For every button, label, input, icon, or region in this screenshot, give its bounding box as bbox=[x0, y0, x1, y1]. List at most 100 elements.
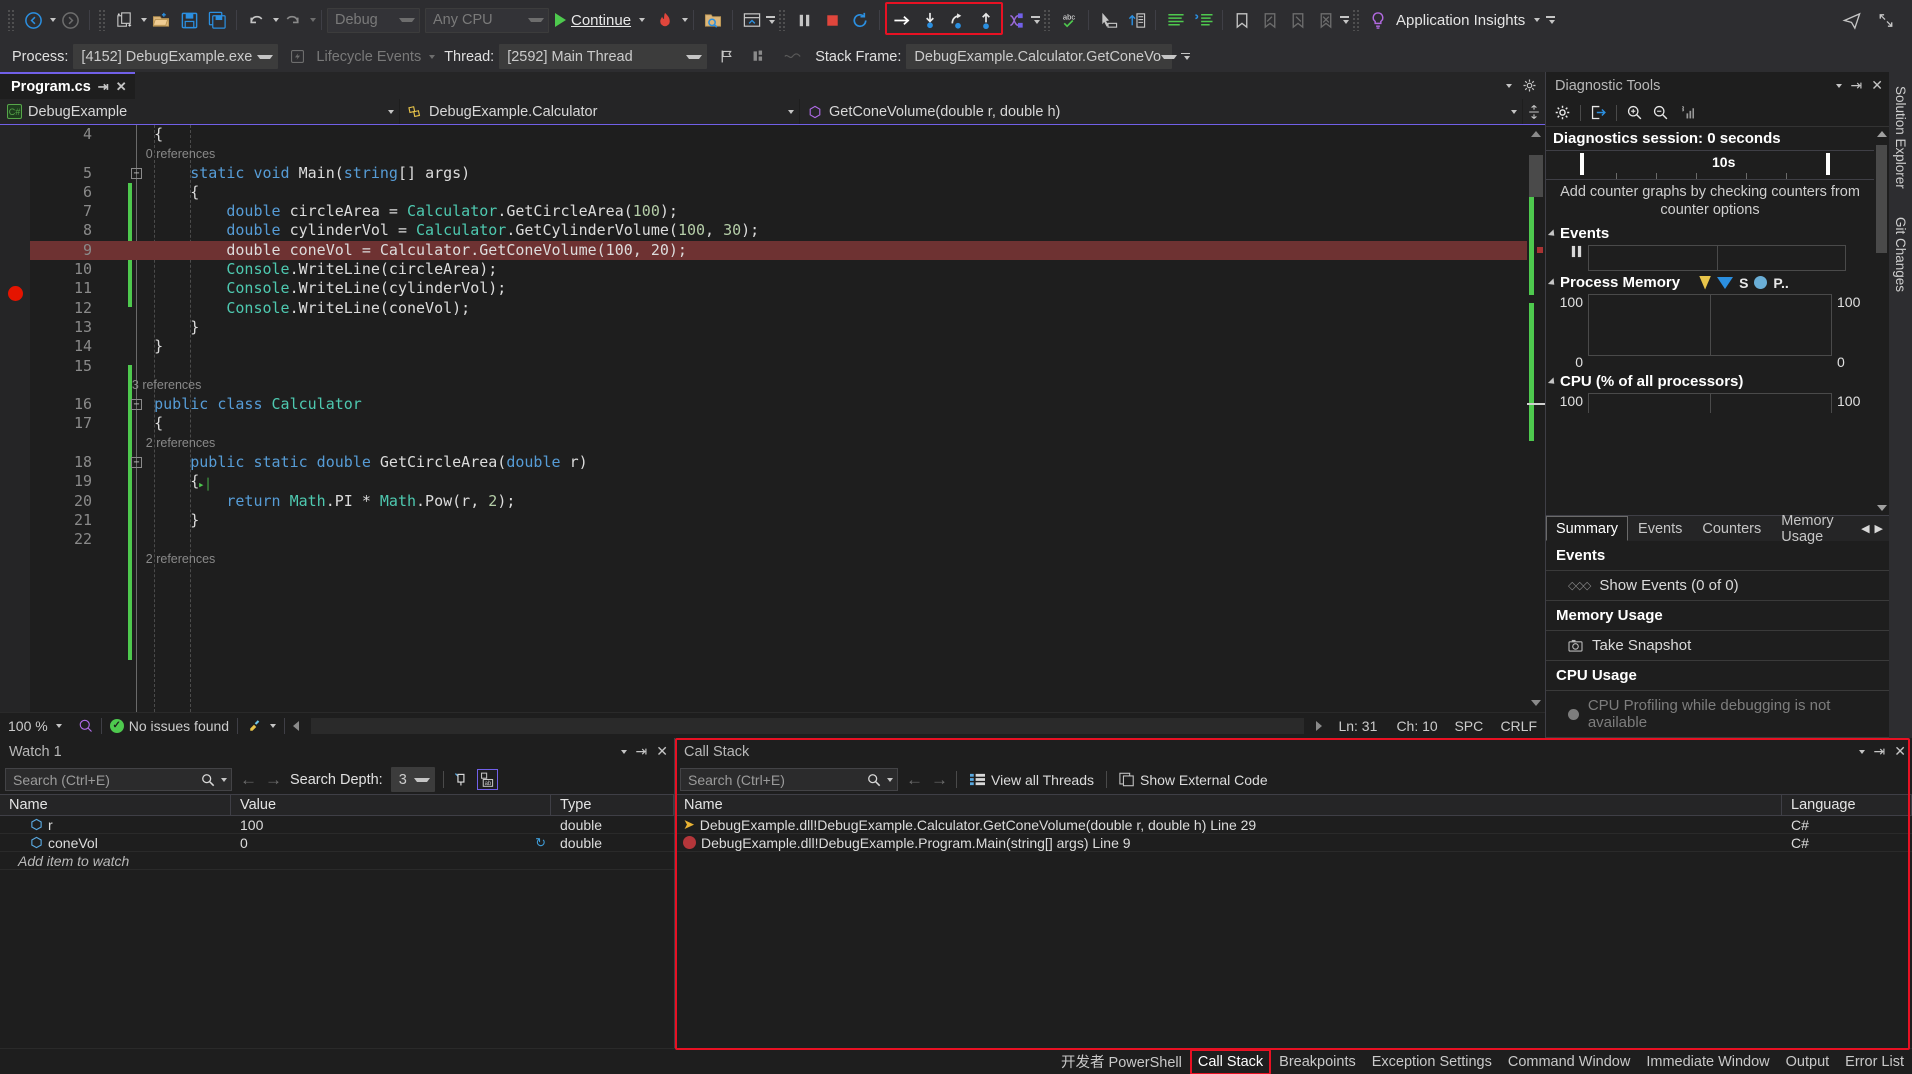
search-next-icon[interactable]: → bbox=[265, 770, 282, 790]
close-icon[interactable]: ✕ bbox=[656, 743, 668, 760]
watch-rows[interactable]: r 100 double coneVol 0 ↻ double Add item to wat… bbox=[0, 816, 674, 1048]
code-line[interactable]: 13 } bbox=[30, 318, 1527, 337]
threads-dropdown-icon[interactable] bbox=[1031, 16, 1041, 24]
cpu-section-header[interactable]: CPU (% of all processors) bbox=[1546, 370, 1874, 393]
show-external-code-button[interactable]: Show External Code bbox=[1115, 769, 1272, 791]
send-feedback-icon[interactable] bbox=[1838, 6, 1866, 34]
search-options-dropdown-icon[interactable] bbox=[221, 777, 227, 782]
code-line[interactable]: 0 references bbox=[30, 144, 1527, 163]
lightbulb-icon[interactable] bbox=[1364, 6, 1392, 34]
scroll-up-arrow-icon[interactable] bbox=[1877, 131, 1887, 137]
hot-reload-icon[interactable] bbox=[651, 6, 679, 34]
fold-toggle-icon[interactable]: − bbox=[131, 399, 142, 411]
code-line[interactable]: 9 double coneVol = Calculator.GetConeVol… bbox=[30, 240, 1527, 261]
watch-column-value[interactable]: Value bbox=[231, 795, 551, 815]
lifecycle-events-icon[interactable] bbox=[283, 43, 311, 71]
breakpoint-gutter[interactable] bbox=[0, 125, 30, 712]
flag-group-icon[interactable] bbox=[745, 43, 773, 71]
search-previous-icon[interactable]: ← bbox=[906, 770, 923, 790]
horizontal-scroll-left-icon[interactable] bbox=[285, 713, 307, 738]
table-row[interactable]: DebugExample.dll!DebugExample.Program.Ma… bbox=[675, 834, 1912, 852]
navbar-member-combo[interactable]: GetConeVolume(double r, double h) bbox=[800, 99, 1523, 124]
scroll-down-arrow-icon[interactable] bbox=[1877, 505, 1887, 511]
scrollbar-thumb[interactable] bbox=[1876, 145, 1887, 253]
fold-toggle-icon[interactable]: − bbox=[131, 167, 142, 179]
solution-platform-combo[interactable]: Any CPU bbox=[425, 7, 549, 33]
save-all-icon[interactable] bbox=[203, 6, 231, 34]
restart-icon[interactable] bbox=[846, 6, 874, 34]
pin-icon[interactable]: ⇥ bbox=[1851, 77, 1863, 94]
zoom-in-icon[interactable] bbox=[1626, 104, 1643, 121]
call-stack-search-input[interactable]: Search (Ctrl+E) bbox=[680, 768, 898, 791]
compare-icon[interactable] bbox=[1122, 6, 1150, 34]
code-line[interactable]: 17 { bbox=[30, 414, 1527, 433]
overflow-dropdown-icon[interactable] bbox=[1546, 16, 1556, 24]
eol-indicator[interactable]: CRLF bbox=[1492, 713, 1545, 738]
window-layout-dropdown-icon[interactable] bbox=[766, 16, 776, 24]
search-previous-icon[interactable]: ← bbox=[240, 770, 257, 790]
refresh-icon[interactable]: ↻ bbox=[535, 835, 551, 851]
code-line[interactable]: 12 Console.WriteLine(coneVol); bbox=[30, 299, 1527, 318]
bookmark-dropdown-icon[interactable] bbox=[1340, 16, 1350, 24]
zoom-out-icon[interactable] bbox=[1652, 104, 1669, 121]
close-icon[interactable]: ✕ bbox=[116, 79, 127, 95]
threads-icon[interactable] bbox=[1003, 6, 1031, 34]
application-insights-button[interactable]: Application Insights bbox=[1392, 6, 1544, 34]
toolbar-grip-5[interactable] bbox=[1352, 9, 1362, 31]
toolbar-grip-3[interactable] bbox=[778, 9, 788, 31]
diagnostics-tab-events[interactable]: Events bbox=[1628, 516, 1692, 541]
folder-search-icon[interactable] bbox=[699, 6, 727, 34]
bottom-tab-开发者-powershell[interactable]: 开发者 PowerShell bbox=[1053, 1049, 1190, 1074]
navigate-forward-icon[interactable] bbox=[56, 6, 84, 34]
undo-icon[interactable] bbox=[242, 6, 270, 34]
lifecycle-events-dropdown-icon[interactable] bbox=[429, 54, 436, 59]
diagnostics-tab-summary[interactable]: Summary bbox=[1546, 516, 1629, 541]
select-icon[interactable] bbox=[1094, 6, 1122, 34]
spaces-indicator[interactable]: SPC bbox=[1446, 713, 1492, 738]
editor-vertical-scrollbar[interactable] bbox=[1527, 125, 1545, 712]
code-text[interactable]: 4 { 0 references 5 static void Main(strin… bbox=[30, 125, 1527, 712]
code-line[interactable]: 2 references bbox=[30, 434, 1527, 453]
code-line[interactable]: 4 { bbox=[30, 125, 1527, 144]
continue-button[interactable]: Continue bbox=[549, 6, 651, 34]
search-next-icon[interactable]: → bbox=[931, 770, 948, 790]
rail-git-changes[interactable]: Git Changes bbox=[1891, 209, 1910, 300]
code-line[interactable]: 8 double cylinderVol = Calculator.GetCyl… bbox=[30, 221, 1527, 240]
watch-value[interactable]: 0 bbox=[240, 835, 248, 851]
step-into-specific-icon[interactable] bbox=[888, 6, 916, 34]
diagnostics-tab-memory-usage[interactable]: Memory Usage bbox=[1771, 513, 1855, 545]
show-events-row[interactable]: ◇◇◇ Show Events (0 of 0) bbox=[1546, 571, 1889, 601]
stop-debugging-icon[interactable] bbox=[818, 6, 846, 34]
code-cleanup-button[interactable] bbox=[238, 713, 284, 738]
step-over-icon[interactable] bbox=[944, 6, 972, 34]
spell-check-icon[interactable]: abc bbox=[1055, 6, 1083, 34]
step-into-icon[interactable] bbox=[916, 6, 944, 34]
diagnostics-scrollbar[interactable] bbox=[1874, 127, 1889, 515]
toolbar-grip[interactable] bbox=[7, 9, 16, 31]
code-line[interactable]: 22 bbox=[30, 530, 1527, 549]
scrollbar-thumb[interactable] bbox=[1529, 155, 1543, 197]
code-line[interactable]: 11 Console.WriteLine(cylinderVol); bbox=[30, 279, 1527, 298]
bottom-tab-error-list[interactable]: Error List bbox=[1837, 1049, 1912, 1074]
redo-icon[interactable] bbox=[279, 6, 307, 34]
code-line[interactable]: 6 { bbox=[30, 183, 1527, 202]
comment-icon[interactable] bbox=[1161, 6, 1189, 34]
bottom-tab-output[interactable]: Output bbox=[1778, 1049, 1838, 1074]
call-stack-column-language[interactable]: Language bbox=[1782, 795, 1912, 815]
scroll-down-arrow-icon[interactable] bbox=[1531, 700, 1541, 706]
window-dropdown-icon[interactable] bbox=[1858, 749, 1865, 754]
uncomment-icon[interactable] bbox=[1189, 6, 1217, 34]
horizontal-scroll-right-icon[interactable] bbox=[1308, 713, 1330, 738]
break-all-icon[interactable] bbox=[790, 6, 818, 34]
zoom-control[interactable]: 100 % bbox=[0, 713, 70, 738]
navbar-project-combo[interactable]: C# DebugExample bbox=[0, 99, 400, 124]
rail-solution-explorer[interactable]: Solution Explorer bbox=[1891, 78, 1910, 197]
flag-icon[interactable] bbox=[712, 43, 740, 71]
process-combo[interactable]: [4152] DebugExample.exe bbox=[73, 44, 279, 69]
code-line[interactable]: 7 double circleArea = Calculator.GetCirc… bbox=[30, 202, 1527, 221]
breakpoint-indicator[interactable] bbox=[8, 286, 23, 301]
gear-icon[interactable] bbox=[1554, 104, 1571, 121]
diagnostics-tab-counters[interactable]: Counters bbox=[1692, 516, 1771, 541]
zoom-level-icon[interactable] bbox=[70, 713, 101, 738]
window-dropdown-icon[interactable] bbox=[1835, 83, 1842, 88]
